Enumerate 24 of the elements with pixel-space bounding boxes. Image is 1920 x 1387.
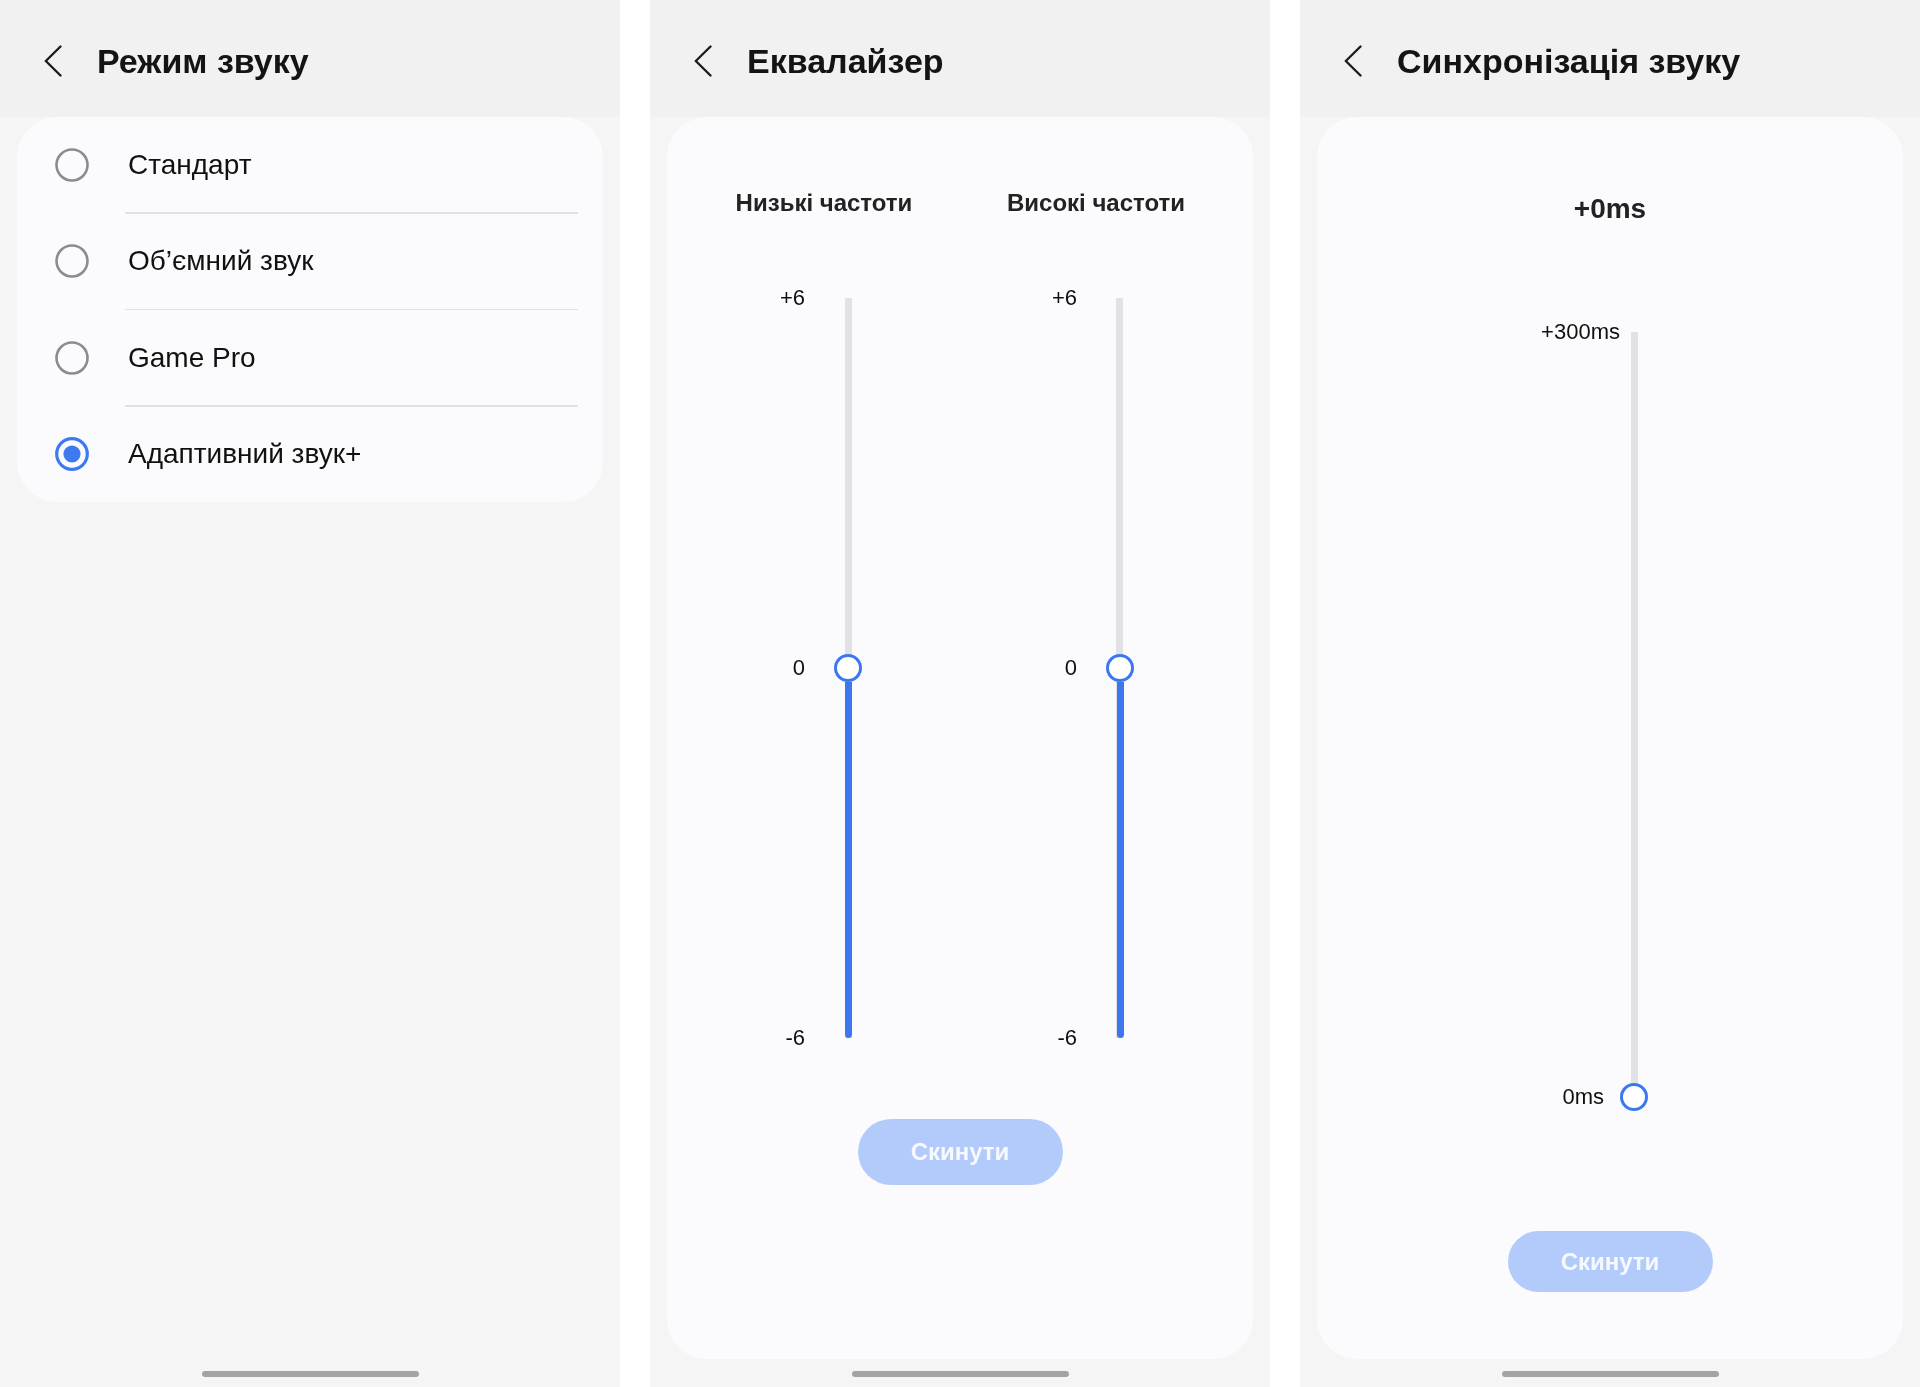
- back-icon[interactable]: [694, 44, 712, 77]
- back-icon[interactable]: [44, 44, 62, 77]
- scale-label: 0: [1064, 656, 1077, 680]
- scale-label: -6: [1057, 1026, 1077, 1050]
- back-icon[interactable]: [1344, 44, 1362, 77]
- scale-label: +6: [779, 286, 805, 310]
- scale-label: +6: [1051, 286, 1077, 310]
- slider-thumb[interactable]: [834, 654, 862, 682]
- band-label: Високі частоти: [1006, 188, 1186, 218]
- scale-label: -6: [785, 1026, 805, 1050]
- scale-label: 0ms: [1562, 1085, 1605, 1109]
- sound-mode-option[interactable]: Game Pro: [17, 310, 603, 405]
- scale-label: 0: [792, 656, 805, 680]
- screen-title: Еквалайзер: [747, 40, 944, 81]
- screen-title: Режим звуку: [97, 40, 309, 81]
- slider-thumb[interactable]: [1620, 1083, 1648, 1111]
- band-label: Низькі частоти: [735, 188, 913, 218]
- sound-mode-option[interactable]: Адаптивний звук+: [17, 406, 603, 502]
- sound-mode-option[interactable]: Об’ємний звук: [17, 213, 603, 309]
- screen-title: Синхронізація звуку: [1397, 40, 1741, 81]
- delay-value: +0ms: [1573, 192, 1647, 226]
- sound-mode-option[interactable]: Стандарт: [17, 117, 603, 212]
- slider-thumb[interactable]: [1106, 654, 1134, 682]
- scale-label: +300ms: [1541, 320, 1620, 344]
